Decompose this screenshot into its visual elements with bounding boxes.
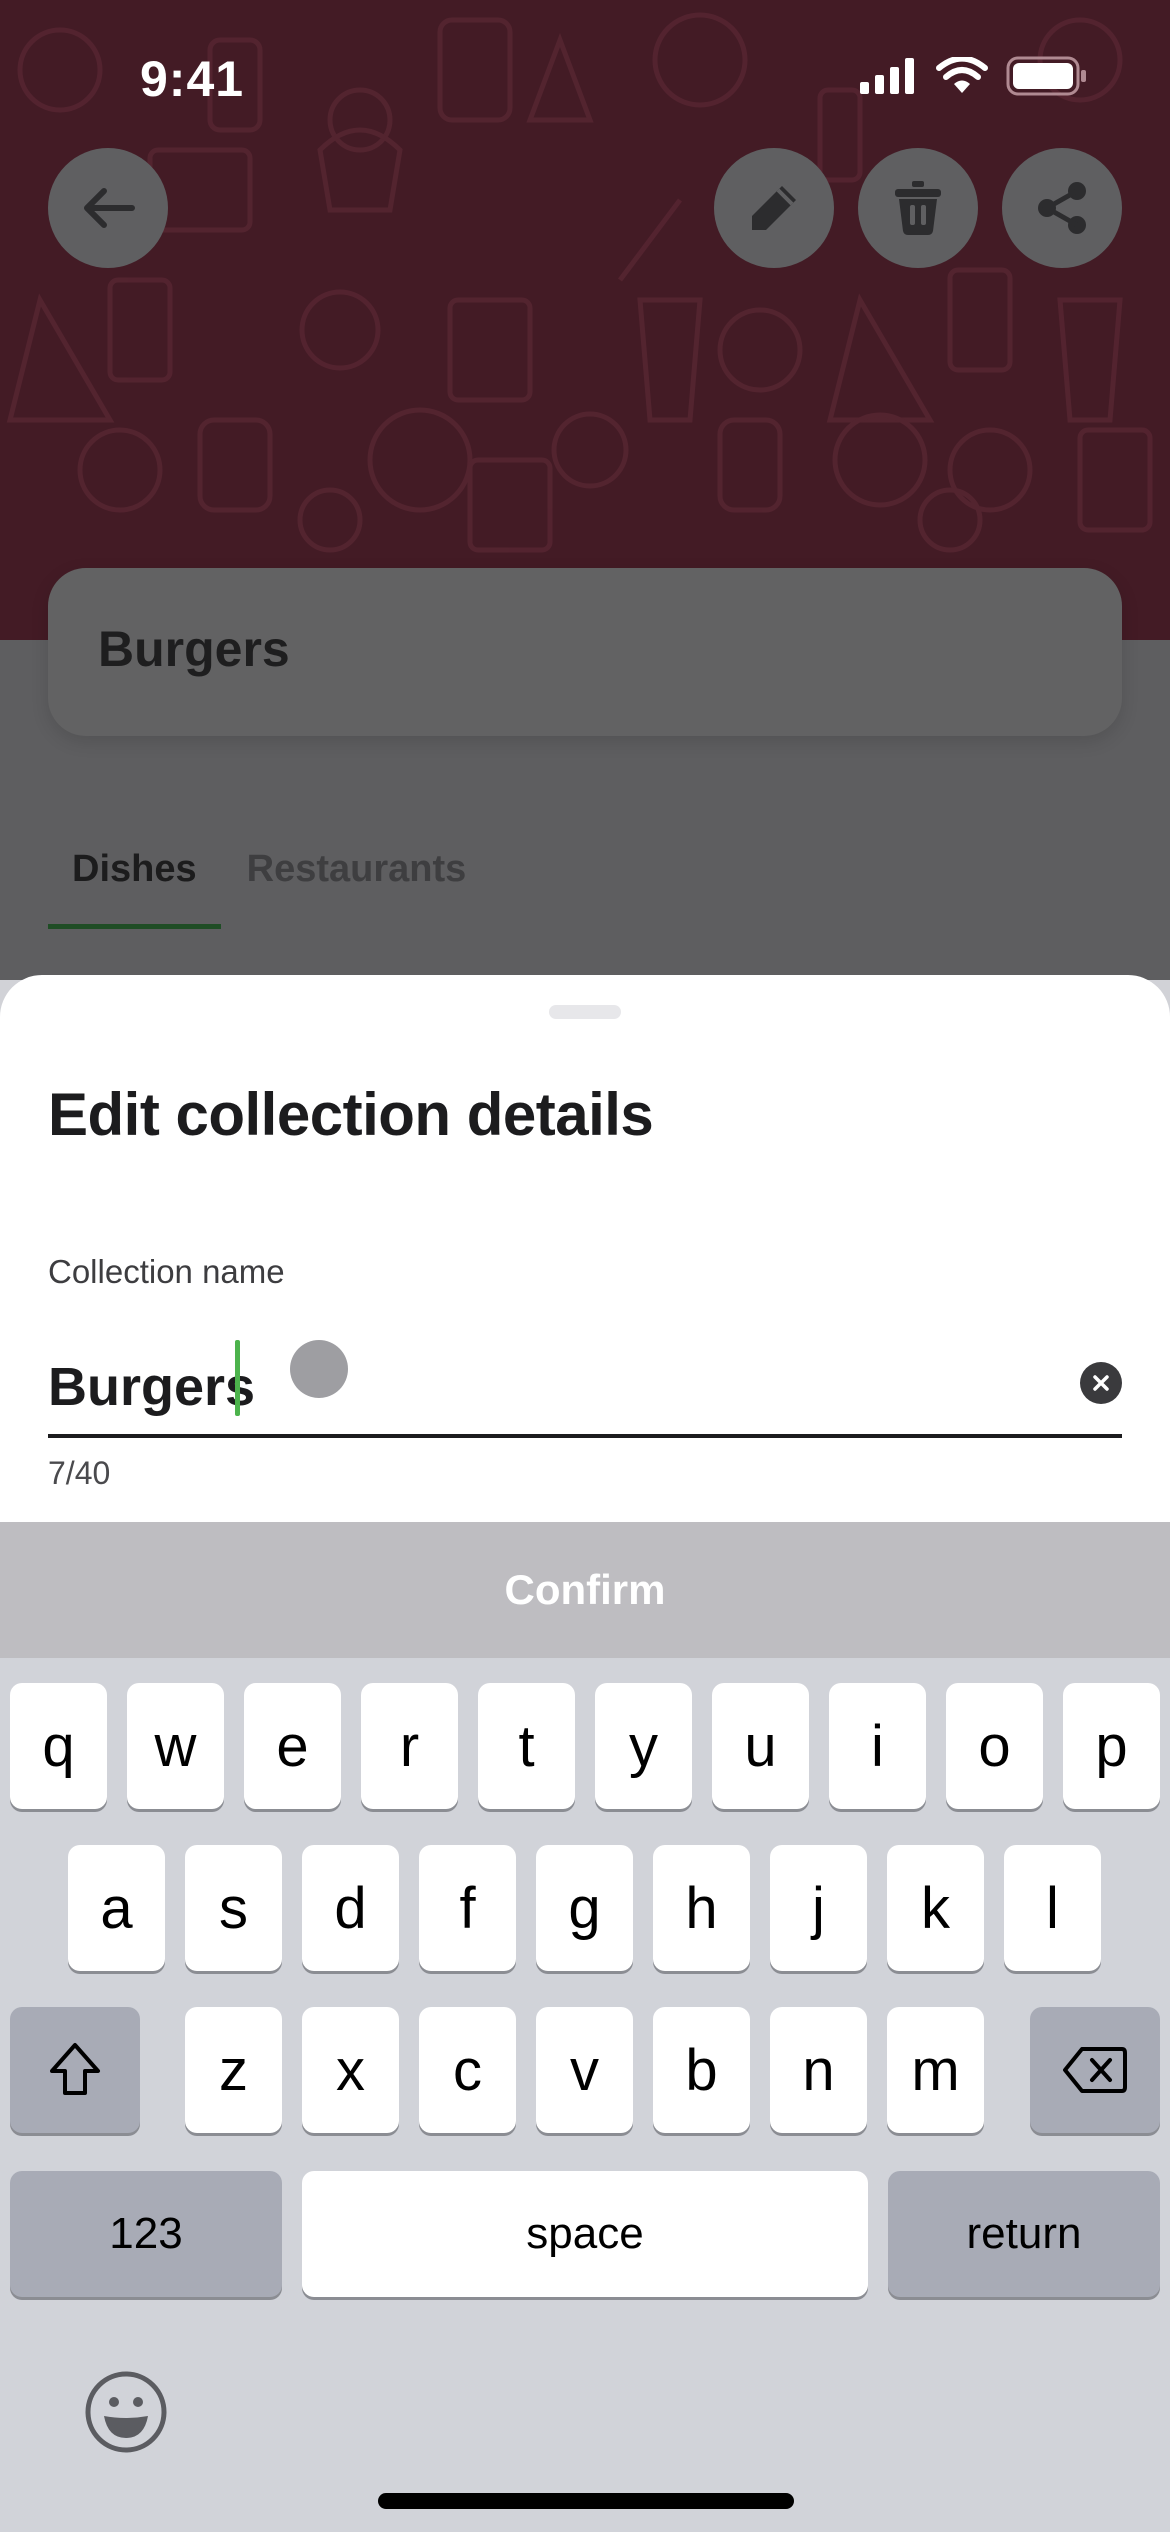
collection-name-label: Collection name — [48, 1253, 285, 1290]
key-f[interactable]: f — [419, 1845, 516, 1971]
shift-icon — [50, 2043, 100, 2095]
key-w[interactable]: w — [127, 1683, 224, 1809]
key-p[interactable]: p — [1063, 1683, 1160, 1809]
key-g[interactable]: g — [536, 1845, 633, 1971]
key-a[interactable]: a — [68, 1845, 165, 1971]
back-button[interactable] — [48, 148, 168, 268]
status-time: 9:41 — [140, 51, 245, 107]
battery-icon — [1006, 56, 1086, 96]
edit-button[interactable] — [714, 148, 834, 268]
key-h[interactable]: h — [653, 1845, 750, 1971]
edit-collection-sheet: Edit collection details Collection name … — [0, 975, 1170, 1525]
share-icon — [1038, 182, 1086, 234]
key-n[interactable]: n — [770, 2007, 867, 2133]
key-x[interactable]: x — [302, 2007, 399, 2133]
text-caret — [235, 1340, 240, 1416]
wifi-icon — [936, 57, 988, 93]
sheet-grabber[interactable] — [549, 1005, 621, 1019]
clear-input-button[interactable] — [1080, 1362, 1122, 1404]
confirm-label: Confirm — [504, 1566, 666, 1613]
key-q[interactable]: q — [10, 1683, 107, 1809]
emoji-button[interactable] — [84, 2370, 168, 2454]
collection-tabs: Dishes Restaurants — [48, 840, 490, 929]
shift-key[interactable] — [10, 2007, 140, 2133]
key-o[interactable]: o — [946, 1683, 1043, 1809]
key-d[interactable]: d — [302, 1845, 399, 1971]
return-key[interactable]: return — [888, 2171, 1160, 2297]
trash-icon — [895, 181, 941, 235]
confirm-button[interactable]: Confirm — [0, 1522, 1170, 1658]
space-key[interactable]: space — [302, 2171, 868, 2297]
collection-title-card: Burgers — [48, 568, 1122, 736]
touch-indicator — [290, 1340, 348, 1398]
key-j[interactable]: j — [770, 1845, 867, 1971]
sheet-title: Edit collection details — [48, 1081, 654, 1148]
key-e[interactable]: e — [244, 1683, 341, 1809]
key-i[interactable]: i — [829, 1683, 926, 1809]
emoji-icon — [85, 2371, 167, 2453]
key-s[interactable]: s — [185, 1845, 282, 1971]
collection-screen: 9:41 Burgers Dishes Restaurants — [0, 0, 1170, 980]
numbers-key[interactable]: 123 — [10, 2171, 282, 2297]
backspace-icon — [1063, 2047, 1127, 2093]
share-button[interactable] — [1002, 148, 1122, 268]
key-u[interactable]: u — [712, 1683, 809, 1809]
collection-name-field — [48, 1340, 1122, 1438]
character-count: 7/40 — [48, 1455, 111, 1491]
key-b[interactable]: b — [653, 2007, 750, 2133]
home-indicator — [378, 2493, 794, 2509]
tab-dishes[interactable]: Dishes — [48, 840, 221, 929]
key-l[interactable]: l — [1004, 1845, 1101, 1971]
key-k[interactable]: k — [887, 1845, 984, 1971]
backspace-key[interactable] — [1030, 2007, 1160, 2133]
collection-title: Burgers — [98, 621, 290, 677]
key-m[interactable]: m — [887, 2007, 984, 2133]
key-c[interactable]: c — [419, 2007, 516, 2133]
delete-button[interactable] — [858, 148, 978, 268]
clear-circle-icon — [1093, 1375, 1109, 1391]
key-z[interactable]: z — [185, 2007, 282, 2133]
key-r[interactable]: r — [361, 1683, 458, 1809]
status-icons — [860, 56, 1088, 96]
pencil-icon — [752, 186, 796, 230]
collection-name-input[interactable] — [48, 1340, 948, 1430]
status-bar: 9:41 — [0, 0, 1170, 150]
tab-restaurants[interactable]: Restaurants — [247, 840, 491, 929]
key-v[interactable]: v — [536, 2007, 633, 2133]
cellular-signal-icon — [860, 58, 914, 94]
key-y[interactable]: y — [595, 1683, 692, 1809]
arrow-left-icon — [84, 188, 135, 228]
key-t[interactable]: t — [478, 1683, 575, 1809]
